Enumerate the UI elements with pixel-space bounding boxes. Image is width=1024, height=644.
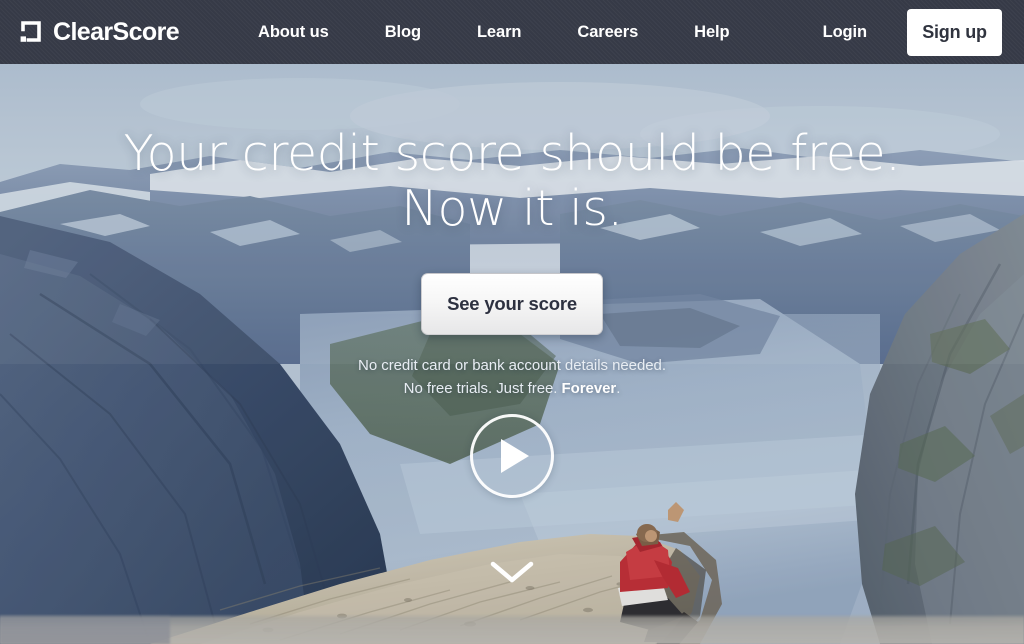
brand-name: ClearScore [53,17,180,46]
see-your-score-button[interactable]: See your score [421,273,603,335]
chevron-down-icon[interactable] [489,559,535,585]
brand-logo[interactable]: ClearScore [18,0,180,64]
hero-fjord-illustration [0,64,1024,644]
play-icon [501,439,529,473]
hero-background-image [0,64,1024,644]
nav-item-blog[interactable]: Blog [385,23,421,42]
site-header: ClearScore About us Blog Learn Careers H… [0,0,1024,64]
play-button-container [0,414,1024,498]
nav-item-about-us[interactable]: About us [258,23,329,42]
page-bottom-fade-left [0,614,170,644]
clearscore-square-mark-icon [20,21,41,42]
scroll-indicator-container [0,559,1024,585]
nav-item-careers[interactable]: Careers [577,23,638,42]
hero-section [0,64,1024,644]
nav-item-help[interactable]: Help [694,23,729,42]
play-video-button[interactable] [470,414,554,498]
nav-item-learn[interactable]: Learn [477,23,522,42]
account-actions: Login Sign up [823,0,1002,64]
cta-container: See your score [0,273,1024,335]
login-link[interactable]: Login [823,23,868,42]
sign-up-button[interactable]: Sign up [907,8,1002,56]
clearscore-landing-page: Your credit score should be free. Now it… [0,0,1024,644]
main-navigation: About us Blog Learn Careers Help [258,0,730,64]
